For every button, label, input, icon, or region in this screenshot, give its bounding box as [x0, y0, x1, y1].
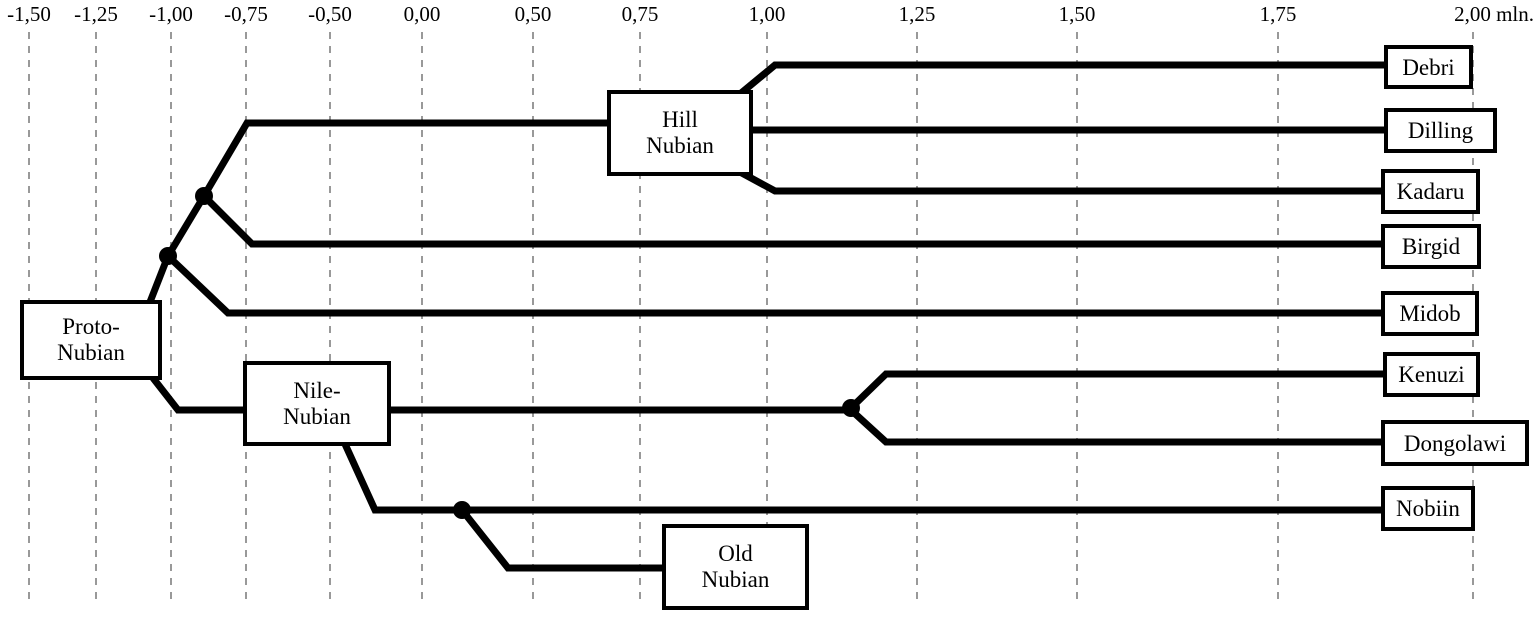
branch-core-to-upper [164, 194, 208, 258]
branch-upper-to-birgid [201, 193, 1384, 248]
branch-core-to-midob [165, 253, 1384, 317]
branch-proto-to-nile [150, 375, 243, 414]
node-box-hill-nubian[interactable]: Hill Nubian [607, 90, 753, 176]
branch-split-to-kenuzi [848, 370, 1384, 411]
branch-hill-to-kadaru [738, 168, 1384, 195]
split-kenuzi-dongolawi-dot [842, 399, 860, 417]
leaf-box-nobiin[interactable]: Nobiin [1381, 486, 1475, 531]
split-hill-birgid-ancestor-dot [195, 187, 213, 205]
leaf-box-dongolawi[interactable]: Dongolawi [1381, 420, 1529, 466]
leaf-box-kadaru[interactable]: Kadaru [1381, 169, 1480, 214]
phylogenetic-tree-diagram: -1,50 -1,25 -1,00 -0,75 -0,50 0,00 0,50 0,75 1,0… [0, 0, 1534, 619]
node-box-old-nubian[interactable]: Old Nubian [662, 524, 809, 610]
branch-hill-to-debri [737, 61, 1384, 97]
node-box-proto-nubian[interactable]: Proto- Nubian [20, 300, 162, 380]
split-core-nubian-dot [159, 247, 177, 265]
leaf-box-kenuzi[interactable]: Kenuzi [1383, 352, 1480, 397]
leaf-box-dilling[interactable]: Dilling [1384, 108, 1497, 153]
branch-split-to-oldnubian [459, 507, 662, 572]
leaf-box-debri[interactable]: Debri [1384, 45, 1473, 89]
node-box-nile-nubian[interactable]: Nile- Nubian [243, 361, 391, 446]
split-node-dots [159, 187, 860, 519]
leaf-box-birgid[interactable]: Birgid [1381, 224, 1481, 269]
branch-split-to-dongolawi [848, 407, 1384, 446]
branch-nile-to-nobiin [341, 442, 1384, 514]
split-nobiin-oldnubian-dot [453, 501, 471, 519]
branch-upper-to-hill [200, 119, 607, 198]
leaf-box-midob[interactable]: Midob [1381, 291, 1479, 336]
tree-branches [146, 61, 1384, 572]
